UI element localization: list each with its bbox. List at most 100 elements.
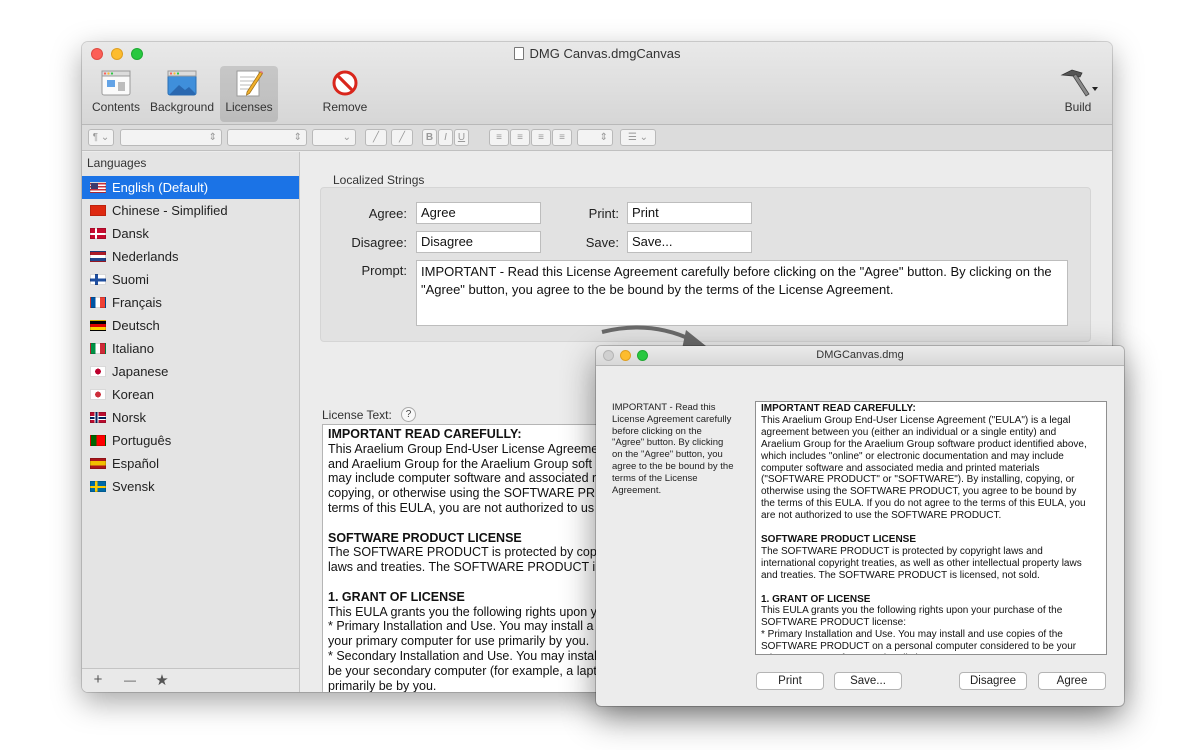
netherlands-flag-icon	[90, 251, 106, 262]
license-line: ("SOFTWARE PRODUCT" or "SOFTWARE"). By i…	[761, 474, 1075, 486]
line-spacing-popup[interactable]: ⇕	[577, 129, 613, 146]
license-line: agreement between you (either an individ…	[761, 426, 1057, 438]
language-item[interactable]: Português	[82, 429, 299, 452]
license-line: laws and treaties. The SOFTWARE PRODUCT …	[328, 560, 596, 575]
language-item[interactable]: Korean	[82, 383, 299, 406]
language-label: Dansk	[112, 226, 149, 241]
language-item[interactable]: Español	[82, 452, 299, 475]
remove-language-button[interactable]: —	[120, 673, 140, 687]
license-line: * Primary Installation and Use. You may …	[328, 619, 594, 634]
save-field[interactable]: Save...	[627, 231, 752, 253]
prompt-line: on the "Agree" button, you	[612, 449, 723, 461]
dialog-minimize-button[interactable]	[620, 350, 631, 361]
background-tab-button[interactable]: Background	[146, 66, 218, 122]
sweden-flag-icon	[90, 481, 106, 492]
license-line: This EULA grants you the following right…	[761, 605, 1063, 617]
sidebar-footer: + — ★	[82, 668, 299, 692]
language-label: English (Default)	[112, 180, 209, 195]
language-item[interactable]: English (Default)	[82, 176, 299, 199]
window-title: DMG Canvas.dmgCanvas	[82, 46, 1112, 61]
license-line: may include computer software and associ…	[328, 471, 597, 486]
underline-button[interactable]: U	[454, 129, 469, 146]
license-line: SOFTWARE PRODUCT license:	[761, 617, 907, 629]
add-language-button[interactable]: +	[88, 671, 108, 688]
language-item[interactable]: Dansk	[82, 222, 299, 245]
license-line	[328, 516, 616, 531]
language-label: Español	[112, 456, 159, 471]
license-line: SOFTWARE PRODUCT LICENSE	[328, 530, 522, 545]
dialog-agree-button[interactable]: Agree	[1038, 672, 1106, 690]
prompt-line: License Agreement carefully	[612, 413, 732, 425]
license-line	[761, 582, 1101, 594]
align-right-button[interactable]: ≡	[531, 129, 551, 146]
language-item[interactable]: Chinese - Simplified	[82, 199, 299, 222]
help-button[interactable]: ?	[401, 407, 416, 422]
dialog-title: DMGCanvas.dmg	[816, 349, 904, 361]
license-line: primary computer for use primarily by yo…	[761, 653, 1101, 654]
language-label: Italiano	[112, 341, 154, 356]
languages-list: English (Default) Chinese - Simplified Dan…	[82, 176, 299, 498]
text-color-well[interactable]: ╱	[365, 129, 387, 146]
language-item[interactable]: Suomi	[82, 268, 299, 291]
language-item[interactable]: Deutsch	[82, 314, 299, 337]
paragraph-style-popup[interactable]: ¶ ⌄	[88, 129, 114, 146]
licenses-tab-button[interactable]: Licenses	[220, 66, 278, 122]
language-item[interactable]: Japanese	[82, 360, 299, 383]
dialog-license-text[interactable]: IMPORTANT READ CAREFULLY: This Araelium G…	[755, 401, 1107, 655]
license-line: This Araelium Group End-User License Agr…	[328, 441, 599, 456]
localized-strings-title: Localized Strings	[333, 173, 425, 187]
italic-button[interactable]: I	[438, 129, 453, 146]
license-line: * Primary Installation and Use. You may …	[761, 629, 1063, 641]
print-label: Print:	[588, 206, 619, 221]
prompt-textarea[interactable]: IMPORTANT - Read this License Agreement …	[416, 260, 1068, 326]
align-center-button[interactable]: ≡	[510, 129, 530, 146]
dialog-print-button[interactable]: Print	[756, 672, 824, 690]
agree-label: Agree:	[368, 206, 407, 221]
license-dialog-window: DMGCanvas.dmg IMPORTANT - Read this Licen…	[596, 346, 1124, 706]
bold-button[interactable]: B	[422, 129, 437, 146]
dialog-disagree-button[interactable]: Disagree	[959, 672, 1027, 690]
language-label: Japanese	[112, 364, 169, 379]
print-field[interactable]: Print	[627, 202, 752, 224]
license-line: computer software and associated media a…	[761, 462, 1040, 474]
license-line	[328, 575, 616, 590]
align-left-button[interactable]: ≡	[489, 129, 509, 146]
agree-field[interactable]: Agree	[416, 202, 541, 224]
language-label: Norsk	[112, 410, 146, 425]
contents-tab-button[interactable]: Contents	[88, 66, 144, 122]
license-line: otherwise using the SOFTWARE PRODUCT, yo…	[761, 486, 1077, 498]
prompt-line: "Agree" button. By clicking	[612, 437, 724, 449]
finland-flag-icon	[90, 274, 106, 285]
license-line: The SOFTWARE PRODUCT is protected by cop…	[761, 545, 1043, 557]
font-family-popup[interactable]: ⇕	[120, 129, 222, 146]
language-item[interactable]: Français	[82, 291, 299, 314]
license-text-editor[interactable]: IMPORTANT READ CAREFULLY: This Araelium G…	[322, 424, 622, 692]
language-label: Français	[112, 295, 162, 310]
align-justify-button[interactable]: ≡	[552, 129, 572, 146]
remove-button[interactable]: Remove	[320, 66, 370, 122]
language-item[interactable]: Italiano	[82, 337, 299, 360]
language-item[interactable]: Norsk	[82, 406, 299, 429]
italy-flag-icon	[90, 343, 106, 354]
dialog-titlebar: DMGCanvas.dmg	[596, 346, 1124, 366]
dialog-zoom-button[interactable]	[637, 350, 648, 361]
dialog-prompt-text: IMPORTANT - Read this License Agreement c…	[612, 402, 746, 496]
list-style-popup[interactable]: ☰ ⌄	[620, 129, 656, 146]
denmark-flag-icon	[90, 228, 106, 239]
dialog-save-button[interactable]: Save...	[834, 672, 902, 690]
disagree-field[interactable]: Disagree	[416, 231, 541, 253]
build-button[interactable]: Build	[1056, 66, 1100, 122]
set-default-language-button[interactable]: ★	[152, 671, 172, 689]
license-line: primarily be by you.	[328, 678, 437, 692]
language-label: Svensk	[112, 479, 155, 494]
font-style-popup[interactable]: ⇕	[227, 129, 307, 146]
background-color-well[interactable]: ╱	[391, 129, 413, 146]
language-item[interactable]: Nederlands	[82, 245, 299, 268]
font-size-popup[interactable]: ⌄	[312, 129, 356, 146]
dialog-close-button[interactable]	[603, 350, 614, 361]
language-item[interactable]: Svensk	[82, 475, 299, 498]
korea-flag-icon	[90, 389, 106, 400]
remove-icon	[320, 66, 370, 100]
language-label: Chinese - Simplified	[112, 203, 228, 218]
languages-sidebar: Languages English (Default) Chinese - Sim…	[82, 152, 300, 692]
